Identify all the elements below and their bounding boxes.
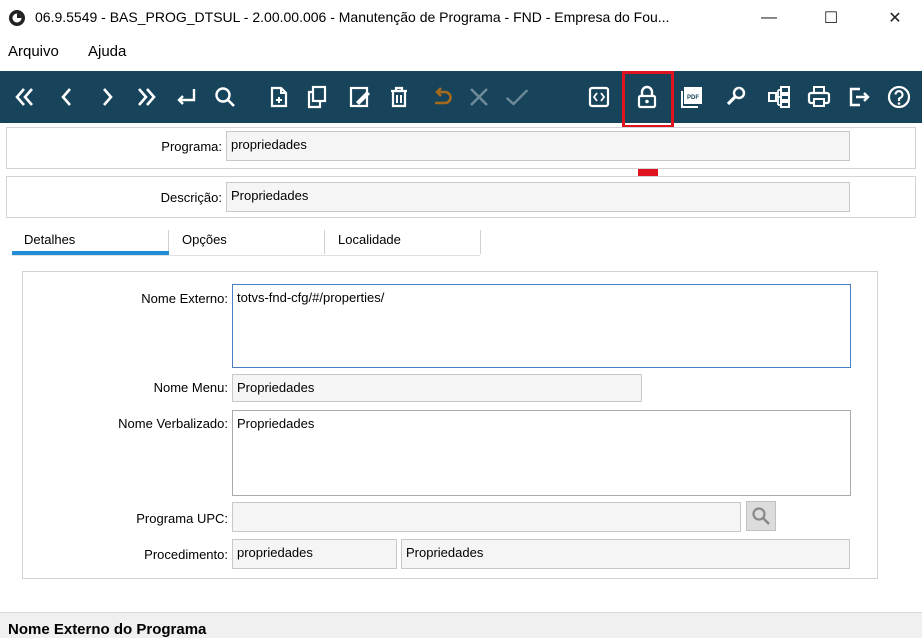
settings-icon[interactable]: [720, 81, 750, 113]
svg-text:PDF: PDF: [687, 95, 699, 101]
lock-highlight-box: [622, 71, 674, 128]
previous-record-icon[interactable]: [52, 81, 82, 113]
status-text: Nome Externo do Programa: [8, 621, 207, 638]
procedimento-label: Procedimento:: [144, 547, 228, 562]
nome-menu-label: Nome Menu:: [153, 380, 228, 395]
search-icon[interactable]: [210, 81, 240, 113]
title-bar: 06.9.5549 - BAS_PROG_DTSUL - 2.00.00.006…: [0, 0, 922, 36]
undo-icon[interactable]: [427, 81, 457, 113]
window-title: 06.9.5549 - BAS_PROG_DTSUL - 2.00.00.006…: [35, 9, 670, 25]
next-record-icon[interactable]: [92, 81, 122, 113]
confirm-icon[interactable]: [502, 81, 532, 113]
procedimento-desc-field[interactable]: Propriedades: [401, 539, 850, 569]
print-icon[interactable]: [804, 81, 834, 113]
programa-upc-field[interactable]: [232, 502, 741, 532]
cancel-icon[interactable]: [464, 81, 494, 113]
copy-record-icon[interactable]: [302, 81, 332, 113]
tab-opcoes[interactable]: Opções: [182, 232, 227, 247]
tab-separator: [480, 230, 481, 254]
tab-baseline: [12, 255, 480, 256]
pdf-icon[interactable]: PDF: [677, 81, 707, 113]
delete-record-icon[interactable]: [384, 81, 414, 113]
tab-detalhes[interactable]: Detalhes: [24, 232, 75, 247]
toolbar: PDF: [0, 71, 922, 123]
tab-localidade[interactable]: Localidade: [338, 232, 401, 247]
edit-record-icon[interactable]: [345, 81, 375, 113]
nome-externo-label: Nome Externo:: [141, 291, 228, 306]
app-logo-icon: [9, 10, 25, 26]
goto-icon[interactable]: [171, 81, 201, 113]
last-record-icon[interactable]: [131, 81, 161, 113]
menu-ajuda[interactable]: Ajuda: [88, 43, 126, 60]
nome-externo-field[interactable]: totvs-fnd-cfg/#/properties/: [232, 284, 851, 368]
nome-verbalizado-field[interactable]: Propriedades: [232, 410, 851, 496]
close-button[interactable]: ✕: [872, 4, 918, 32]
maximize-button[interactable]: ☐: [808, 4, 854, 32]
nome-menu-field[interactable]: Propriedades: [232, 374, 642, 402]
programa-label: Programa:: [161, 139, 222, 154]
active-tab-indicator: [12, 251, 169, 255]
code-icon[interactable]: [584, 81, 614, 113]
menu-bar: Arquivo Ajuda: [0, 38, 922, 66]
upc-search-button[interactable]: [746, 501, 776, 531]
magnifier-icon: [752, 507, 770, 525]
help-icon[interactable]: [884, 81, 914, 113]
exit-icon[interactable]: [844, 81, 874, 113]
new-record-icon[interactable]: [264, 81, 294, 113]
tab-separator: [324, 230, 325, 254]
status-bar: Nome Externo do Programa: [0, 612, 922, 638]
nome-verbalizado-label: Nome Verbalizado:: [118, 416, 228, 431]
descricao-label: Descrição:: [160, 190, 222, 205]
programa-field[interactable]: propriedades: [226, 131, 850, 161]
first-record-icon[interactable]: [10, 81, 40, 113]
procedimento-code-field[interactable]: propriedades: [232, 539, 397, 569]
minimize-button[interactable]: —: [746, 4, 792, 32]
programa-upc-label: Programa UPC:: [136, 511, 228, 526]
structure-icon[interactable]: [764, 81, 794, 113]
menu-arquivo[interactable]: Arquivo: [8, 43, 59, 60]
descricao-field[interactable]: Propriedades: [226, 182, 850, 212]
